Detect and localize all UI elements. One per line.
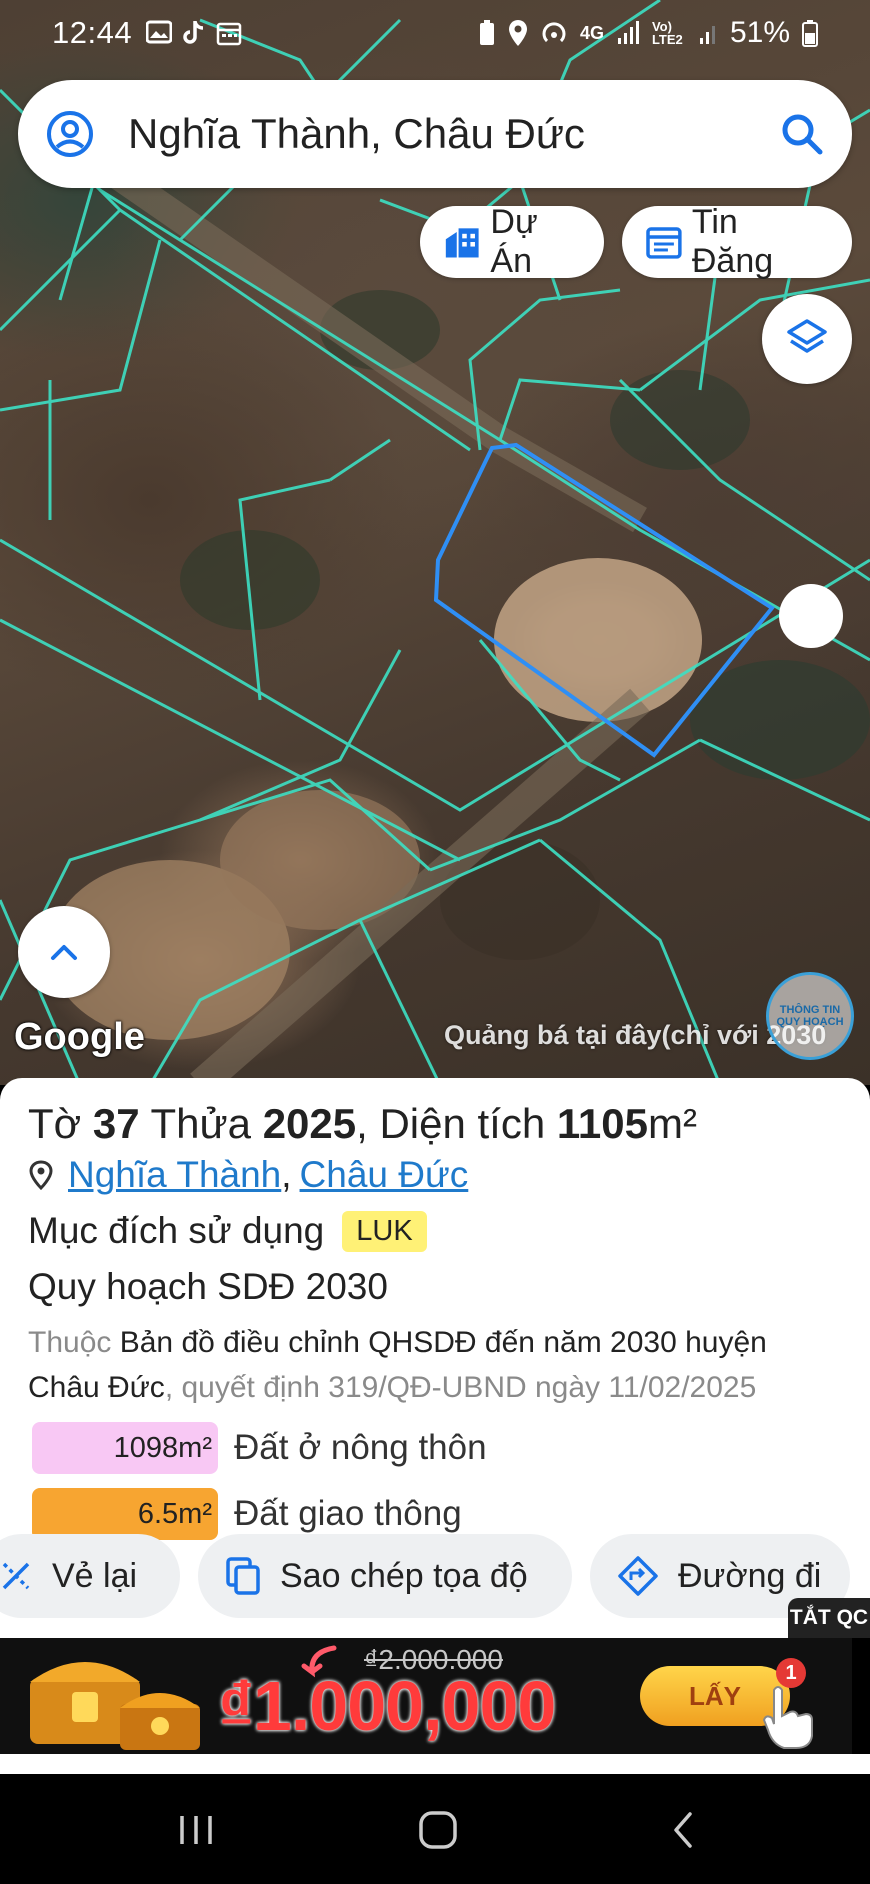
expand-panel-button[interactable]	[18, 906, 110, 998]
google-logo: Google	[14, 1016, 145, 1058]
home-icon[interactable]	[418, 1810, 458, 1850]
separator: ,	[281, 1154, 292, 1195]
decision-text: , quyết định 319/QĐ-UBND ngày 11/02/2025	[164, 1371, 757, 1404]
land-area-box: 1098m²	[32, 1422, 218, 1474]
copy-coords-label: Sao chép tọa độ	[280, 1556, 528, 1595]
signal-icon	[617, 21, 639, 44]
status-bar: 12:44 4G Vo) LTE2 51%	[0, 0, 870, 66]
redraw-icon	[2, 1562, 30, 1590]
building-icon	[445, 228, 479, 258]
account-icon[interactable]	[46, 110, 94, 158]
directions-icon	[618, 1556, 658, 1596]
recents-icon[interactable]	[176, 1810, 216, 1850]
land-area-box: 6.5m²	[32, 1488, 218, 1540]
to-value: 37	[92, 1100, 140, 1147]
land-type-label: Đất giao thông	[234, 1494, 462, 1533]
hand-pointer-icon	[762, 1686, 813, 1749]
battery-saver-icon	[479, 20, 494, 45]
search-icon[interactable]	[780, 112, 824, 156]
signal-2-icon	[699, 26, 715, 44]
land-type-label: Đất ở nông thôn	[234, 1428, 487, 1467]
tin-dang-label: Tin Đăng	[691, 203, 774, 280]
area-label: , Diện tích	[356, 1100, 546, 1147]
redraw-label: Vẻ lại	[52, 1556, 138, 1595]
ward-link[interactable]: Nghĩa Thành	[68, 1154, 281, 1196]
map-pin-icon	[29, 1160, 53, 1190]
gallery-icon	[146, 20, 173, 44]
location-icon	[508, 20, 527, 46]
quy-hoach-logo[interactable]: THÔNG TIN QUY HOẠCH	[766, 972, 854, 1060]
parcel-heading: Tờ 37 Thửa 2025, Diện tích 1105m²	[28, 1100, 842, 1148]
system-nav-bar	[0, 1774, 870, 1884]
land-purpose: Mục đích sử dụng LUK	[28, 1210, 842, 1252]
vertex-handle[interactable]	[779, 584, 843, 648]
tin-dang-button[interactable]: Tin Đăng	[622, 203, 852, 280]
copy-coords-button[interactable]: Sao chép tọa độ	[198, 1534, 572, 1618]
thua-label: Thửa	[150, 1100, 252, 1147]
new-price: ₫1.000,000	[218, 1667, 556, 1745]
back-icon[interactable]	[668, 1810, 698, 1850]
district-link[interactable]: Châu Đức	[300, 1154, 469, 1196]
thua-value: 2025	[262, 1100, 357, 1147]
purpose-badge: LUK	[342, 1210, 427, 1252]
directions-label: Đường đi	[678, 1556, 822, 1595]
location-line: Nghĩa Thành, Châu Đức	[28, 1154, 842, 1196]
battery-icon	[802, 20, 818, 47]
land-type-row: 6.5m² Đất giao thông	[28, 1488, 842, 1540]
listing-icon	[646, 227, 682, 259]
du-an-button[interactable]: Dự Án	[420, 203, 604, 280]
ad-bottom-band	[0, 1754, 870, 1774]
purpose-label: Mục đích sử dụng	[28, 1210, 325, 1251]
hotspot-icon	[542, 22, 566, 43]
network-type: 4G	[579, 22, 604, 43]
du-an-label: Dự Án	[490, 203, 538, 280]
calendar-icon	[216, 22, 242, 46]
action-bar: Vẻ lại Sao chép tọa độ Đường đi	[0, 1534, 870, 1618]
plan-title: Quy hoạch SDĐ 2030	[28, 1266, 388, 1307]
clock: 12:44	[52, 15, 133, 50]
volte-label: Vo) LTE2	[651, 19, 683, 47]
belong-label: Thuộc	[28, 1326, 112, 1359]
hide-ads-button[interactable]: TẮT QC	[788, 1598, 870, 1638]
treasure-chest-icon	[30, 1662, 200, 1750]
land-type-row: 1098m² Đất ở nông thôn	[28, 1422, 842, 1474]
area-value: 1105	[556, 1100, 649, 1147]
redraw-button[interactable]: Vẻ lại	[0, 1534, 180, 1618]
battery-percent: 51%	[729, 16, 790, 49]
layers-icon	[787, 319, 827, 353]
copy-icon	[226, 1557, 260, 1595]
chevron-up-icon	[51, 945, 77, 960]
layers-button[interactable]	[762, 294, 852, 384]
area-unit: m²	[648, 1100, 697, 1147]
ad-banner[interactable]: ₫2.000.000 ₫1.000,000 LẤY 1	[0, 1638, 852, 1754]
search-input[interactable]: Nghĩa Thành, Châu Đức	[128, 110, 780, 158]
plan-source: Thuộc Bản đồ điều chỉnh QHSDĐ đến năm 20…	[28, 1320, 842, 1410]
tiktok-icon	[183, 21, 204, 44]
to-label: Tờ	[28, 1100, 82, 1147]
search-bar[interactable]: Nghĩa Thành, Châu Đức	[18, 80, 852, 188]
